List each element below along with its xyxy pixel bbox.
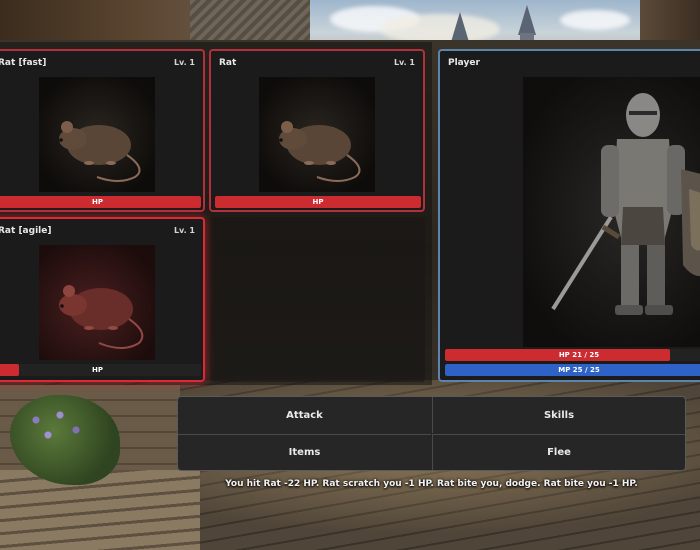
empty-enemy-slot: [210, 217, 425, 382]
player-mp-text: MP 25 / 25: [558, 366, 600, 374]
cloud: [560, 10, 630, 30]
attack-button[interactable]: Attack: [178, 397, 431, 433]
rat-portrait: [39, 245, 155, 360]
flowers: [20, 405, 100, 455]
flee-button[interactable]: Flee: [432, 434, 685, 470]
player-mp-bar: MP 25 / 25: [445, 364, 700, 376]
combat-log: You hit Rat -22 HP. Rat scratch you -1 H…: [225, 479, 638, 489]
rat-portrait: [259, 77, 375, 192]
enemy-name: Rat: [219, 58, 237, 68]
action-menu: Attack Skills Items Flee: [177, 396, 686, 471]
castle-spire: [451, 12, 469, 42]
enemy-name: Rat [agile]: [0, 226, 52, 236]
player-name: Player: [448, 58, 480, 68]
enemy-hp-bar: HP: [0, 364, 201, 376]
enemy-level: Lv. 1: [173, 58, 195, 67]
tiled-roof: [190, 0, 310, 45]
rat-portrait: [39, 77, 155, 192]
enemy-card-rat-fast[interactable]: Rat [fast] Lv. 1 HP: [0, 49, 205, 212]
hp-label: HP: [92, 366, 103, 374]
stone-steps: [0, 470, 200, 550]
hp-label: HP: [312, 198, 324, 206]
enemy-card-rat[interactable]: Rat Lv. 1 HP: [209, 49, 425, 212]
hp-label: HP: [92, 198, 103, 206]
rat-icon: [279, 121, 361, 182]
knight-icon: [551, 93, 700, 315]
enemy-name: Rat [fast]: [0, 58, 47, 68]
player-card: Player HP 21 / 25 MP 25 / 25: [438, 49, 700, 382]
player-hp-text: HP 21 / 25: [558, 351, 600, 359]
enemy-hp-bar: HP: [215, 196, 421, 208]
castle-spire: [518, 5, 536, 35]
enemy-hp-bar: HP: [0, 196, 201, 208]
rat-icon: [59, 121, 141, 182]
rat-icon: [59, 285, 144, 349]
skills-button[interactable]: Skills: [432, 397, 685, 433]
knight-portrait: [523, 77, 700, 347]
enemy-level: Lv. 1: [393, 58, 415, 67]
enemy-card-rat-agile[interactable]: Rat [agile] Lv. 1 HP: [0, 217, 205, 382]
player-hp-bar: HP 21 / 25: [445, 349, 700, 361]
enemy-level: Lv. 1: [173, 226, 195, 235]
items-button[interactable]: Items: [178, 434, 431, 470]
